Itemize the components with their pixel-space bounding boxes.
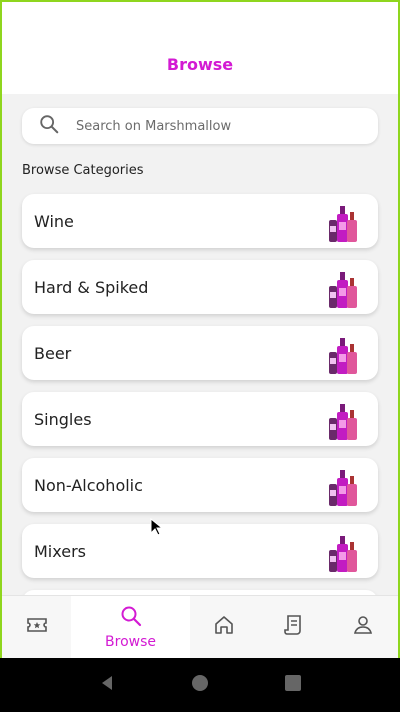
home-button-icon[interactable]: [190, 673, 210, 697]
tab-browse[interactable]: Browse: [71, 596, 190, 658]
category-card-non-alcoholic[interactable]: Non-Alcoholic: [22, 458, 378, 512]
section-title: Browse Categories: [22, 163, 144, 178]
receipt-icon: [282, 613, 306, 641]
app-screen: Browse Browse Categories Wine Hard & Spi…: [0, 0, 400, 658]
category-card-singles[interactable]: Singles: [22, 392, 378, 446]
search-bar[interactable]: [22, 108, 378, 144]
category-card-hard-spiked[interactable]: Hard & Spiked: [22, 260, 378, 314]
android-nav-bar: [0, 658, 400, 712]
bottles-icon: [328, 526, 358, 576]
category-card-wine[interactable]: Wine: [22, 194, 378, 248]
tab-label: Browse: [105, 634, 157, 650]
recents-icon[interactable]: [283, 673, 303, 697]
tab-home[interactable]: [190, 596, 259, 658]
category-card-mixers[interactable]: Mixers: [22, 524, 378, 578]
header: Browse: [2, 2, 398, 94]
category-label: Wine: [34, 211, 74, 231]
category-card-beer[interactable]: Beer: [22, 326, 378, 380]
bottles-icon: [328, 394, 358, 444]
ticket-star-icon: [25, 613, 49, 641]
category-label: Mixers: [34, 541, 86, 561]
bottles-icon: [328, 196, 358, 246]
search-icon: [119, 604, 143, 632]
search-icon: [38, 113, 60, 139]
category-list: Wine Hard & Spiked Beer Singles Non-Alco…: [22, 194, 378, 656]
bottles-icon: [328, 262, 358, 312]
category-label: Singles: [34, 409, 92, 429]
category-label: Beer: [34, 343, 72, 363]
tab-orders[interactable]: [259, 596, 328, 658]
home-icon: [212, 613, 236, 641]
category-label: Non-Alcoholic: [34, 475, 143, 495]
back-icon[interactable]: [97, 673, 117, 697]
bottles-icon: [328, 460, 358, 510]
bottles-icon: [328, 328, 358, 378]
category-label: Hard & Spiked: [34, 277, 149, 297]
tab-bar: Browse: [2, 595, 398, 658]
tab-profile[interactable]: [329, 596, 398, 658]
tab-rewards[interactable]: [2, 596, 71, 658]
search-input[interactable]: [76, 118, 336, 134]
mouse-cursor-icon: [150, 518, 162, 536]
profile-icon: [351, 613, 375, 641]
page-title: Browse: [166, 55, 234, 74]
